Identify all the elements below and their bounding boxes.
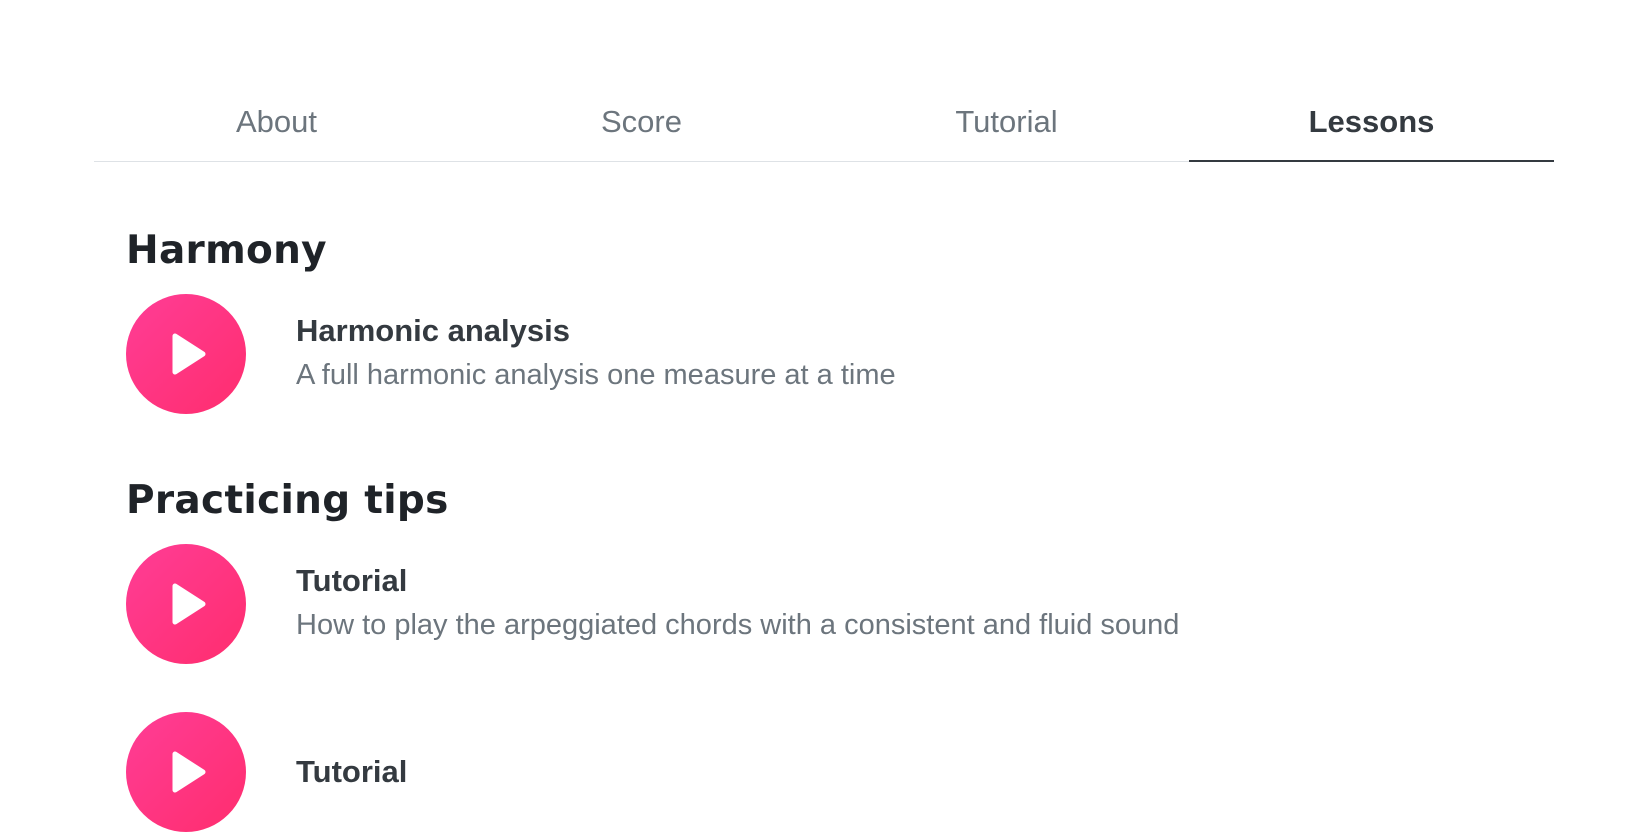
lesson-item[interactable]: Tutorial (126, 712, 1546, 832)
lesson-text: Tutorial (296, 751, 407, 793)
lesson-item[interactable]: Harmonic analysis A full harmonic analys… (126, 294, 1546, 414)
section-title: Practicing tips (126, 478, 449, 523)
lessons-content: Harmony Harmonic analysis A full harmoni… (126, 222, 1546, 832)
play-button[interactable] (126, 294, 246, 414)
section-practicing-tips: Practicing tips Tutorial How to play the… (126, 472, 1546, 832)
tab-score[interactable]: Score (459, 84, 824, 161)
tab-about[interactable]: About (94, 84, 459, 161)
play-button[interactable] (126, 544, 246, 664)
lesson-text: Tutorial How to play the arpeggiated cho… (296, 560, 1179, 648)
section-title: Harmony (126, 228, 327, 273)
section-harmony: Harmony Harmonic analysis A full harmoni… (126, 222, 1546, 414)
lesson-item[interactable]: Tutorial How to play the arpeggiated cho… (126, 544, 1546, 664)
tab-bar: About Score Tutorial Lessons (94, 84, 1554, 162)
lesson-text: Harmonic analysis A full harmonic analys… (296, 310, 896, 398)
lesson-description: A full harmonic analysis one measure at … (296, 359, 896, 391)
tab-tutorial[interactable]: Tutorial (824, 84, 1189, 161)
play-button[interactable] (126, 712, 246, 832)
tab-lessons[interactable]: Lessons (1189, 84, 1554, 162)
lesson-title: Tutorial (296, 754, 408, 789)
play-icon (172, 583, 206, 625)
play-icon (172, 751, 206, 793)
lesson-description: How to play the arpeggiated chords with … (296, 609, 1180, 641)
play-icon (172, 333, 206, 375)
lesson-title: Tutorial (296, 563, 408, 598)
lesson-title: Harmonic analysis (296, 313, 570, 348)
